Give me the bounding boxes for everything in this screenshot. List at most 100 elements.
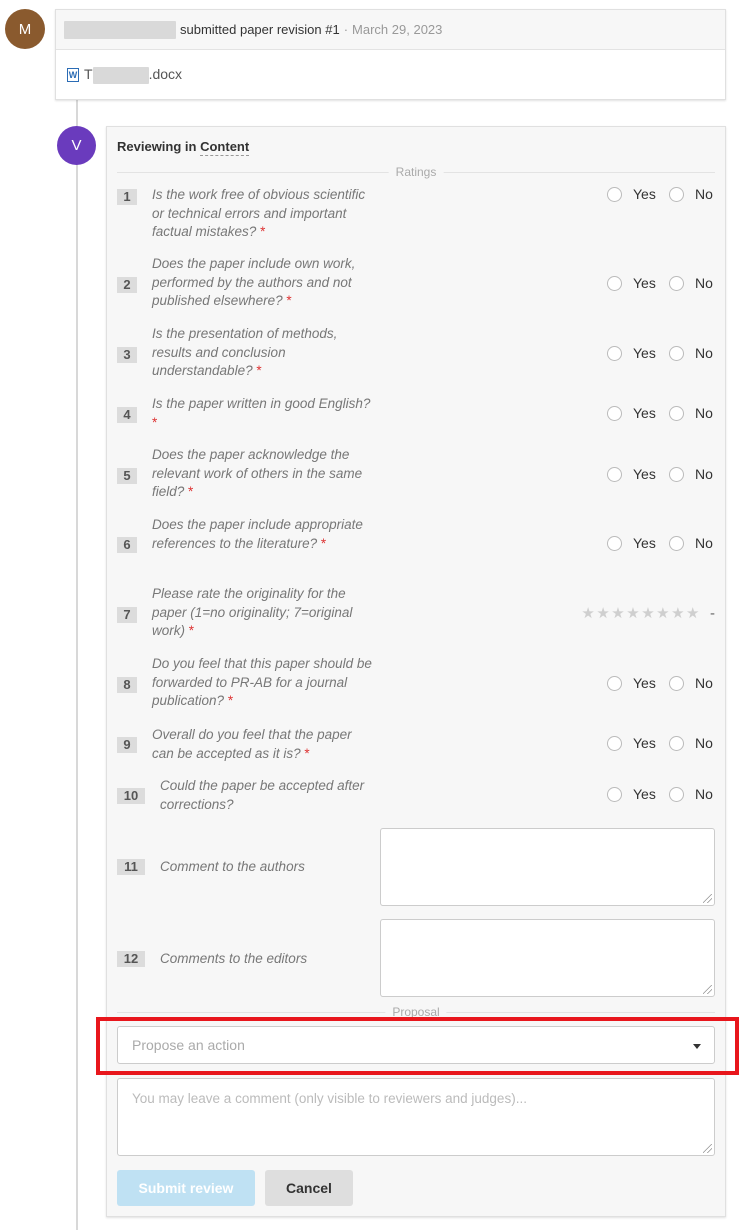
required-marker: * [188,623,195,638]
no-label[interactable]: No [695,786,713,802]
no-radio[interactable] [669,736,684,751]
submission-separator: · [343,22,349,37]
question-number: 10 [117,788,145,804]
yes-radio[interactable] [607,187,622,202]
reviewer-comment-textarea[interactable]: You may leave a comment (only visible to… [117,1078,715,1156]
question-text: Comments to the editors [160,951,308,966]
yes-label[interactable]: Yes [633,466,656,482]
yes-radio[interactable] [607,346,622,361]
no-radio[interactable] [669,276,684,291]
yes-label[interactable]: Yes [633,535,656,551]
yes-label[interactable]: Yes [633,275,656,291]
no-radio[interactable] [669,467,684,482]
no-radio[interactable] [669,536,684,551]
yes-no-group: Yes No [607,735,715,753]
timeline-line [76,46,78,1230]
reviewer-avatar-letter: V [71,137,82,154]
resize-handle-icon[interactable] [703,985,712,994]
ratings-label: Ratings [388,165,444,179]
yes-no-group: Yes No [607,466,715,484]
question-text: Could the paper be accepted after correc… [160,778,365,812]
question-text: Is the work free of obvious scientific o… [152,187,366,239]
yes-radio[interactable] [607,276,622,291]
star-icon[interactable]: ★ [611,605,626,622]
required-marker: * [152,414,158,430]
question-text: Is the paper written in good English? * [152,396,371,430]
star-icon[interactable]: ★ [656,605,671,622]
no-radio[interactable] [669,787,684,802]
required-marker: * [227,693,234,708]
comments-to-editors-textarea[interactable] [380,919,715,997]
yes-label[interactable]: Yes [633,735,656,751]
yes-label[interactable]: Yes [633,786,656,802]
star-icon[interactable]: ★ [596,605,611,622]
required-marker: * [320,535,327,551]
question-number: 12 [117,951,145,967]
no-label[interactable]: No [695,275,713,291]
comment-placeholder: You may leave a comment (only visible to… [132,1091,527,1106]
star-icon[interactable]: ★ [626,605,641,622]
question-number: 6 [117,537,137,553]
submission-card: submitted paper revision #1 · March 29, … [55,9,726,100]
yes-radio[interactable] [607,787,622,802]
no-label[interactable]: No [695,405,713,421]
star-icon[interactable]: ★ [641,605,656,622]
question-text: Overall do you feel that the paper can b… [152,727,352,761]
no-label[interactable]: No [695,186,713,202]
no-label[interactable]: No [695,735,713,751]
no-label[interactable]: No [695,345,713,361]
question-number: 3 [117,347,137,363]
redacted-file-name [92,66,149,84]
submission-date: March 29, 2023 [352,22,443,37]
required-marker: * [286,293,292,308]
redacted-author-name [64,20,176,39]
star-icon[interactable]: ★ [671,605,686,622]
file-link[interactable]: T .docx [84,66,182,84]
resize-handle-icon[interactable] [703,894,712,903]
required-marker: * [256,363,262,378]
no-radio[interactable] [669,346,684,361]
no-label[interactable]: No [695,535,713,551]
question-number: 8 [117,677,137,693]
question-text: Do you feel that this paper should be fo… [152,656,372,708]
submission-files: W T .docx [56,50,725,100]
no-label[interactable]: No [695,466,713,482]
review-title-prefix: Reviewing in [117,139,197,154]
yes-label[interactable]: Yes [633,675,656,691]
yes-radio[interactable] [607,536,622,551]
word-doc-icon: W [67,68,79,82]
yes-label[interactable]: Yes [633,186,656,202]
question-row: 11 Comment to the authors [117,828,715,906]
yes-label[interactable]: Yes [633,405,656,421]
comment-to-authors-textarea[interactable] [380,828,715,906]
question-number: 5 [117,468,137,484]
no-radio[interactable] [669,187,684,202]
reviewer-avatar: V [57,126,96,165]
no-radio[interactable] [669,406,684,421]
resize-handle-icon[interactable] [703,1144,712,1153]
yes-no-group: Yes No [607,786,715,804]
file-name-prefix: T [84,66,93,83]
no-label[interactable]: No [695,675,713,691]
yes-radio[interactable] [607,406,622,421]
review-category-link[interactable]: Content [200,139,250,156]
cancel-button[interactable]: Cancel [265,1170,353,1206]
question-text: Please rate the originality for the pape… [152,586,353,638]
question-number: 9 [117,737,137,753]
yes-no-group: Yes No [607,675,715,693]
no-radio[interactable] [669,676,684,691]
star-icon[interactable]: ★ [581,605,596,622]
question-number: 11 [117,859,145,875]
yes-radio[interactable] [607,736,622,751]
yes-no-group: Yes No [607,405,715,423]
question-text: Does the paper include appropriate refer… [152,517,363,551]
yes-label[interactable]: Yes [633,345,656,361]
yes-radio[interactable] [607,676,622,691]
question-number: 1 [117,189,137,205]
submitter-avatar-letter: M [18,20,32,38]
question-text: Is the presentation of methods, results … [152,326,338,378]
question-number: 7 [117,607,137,623]
yes-radio[interactable] [607,467,622,482]
star-icon[interactable]: ★ [686,605,701,622]
submit-review-button[interactable]: Submit review [117,1170,255,1206]
